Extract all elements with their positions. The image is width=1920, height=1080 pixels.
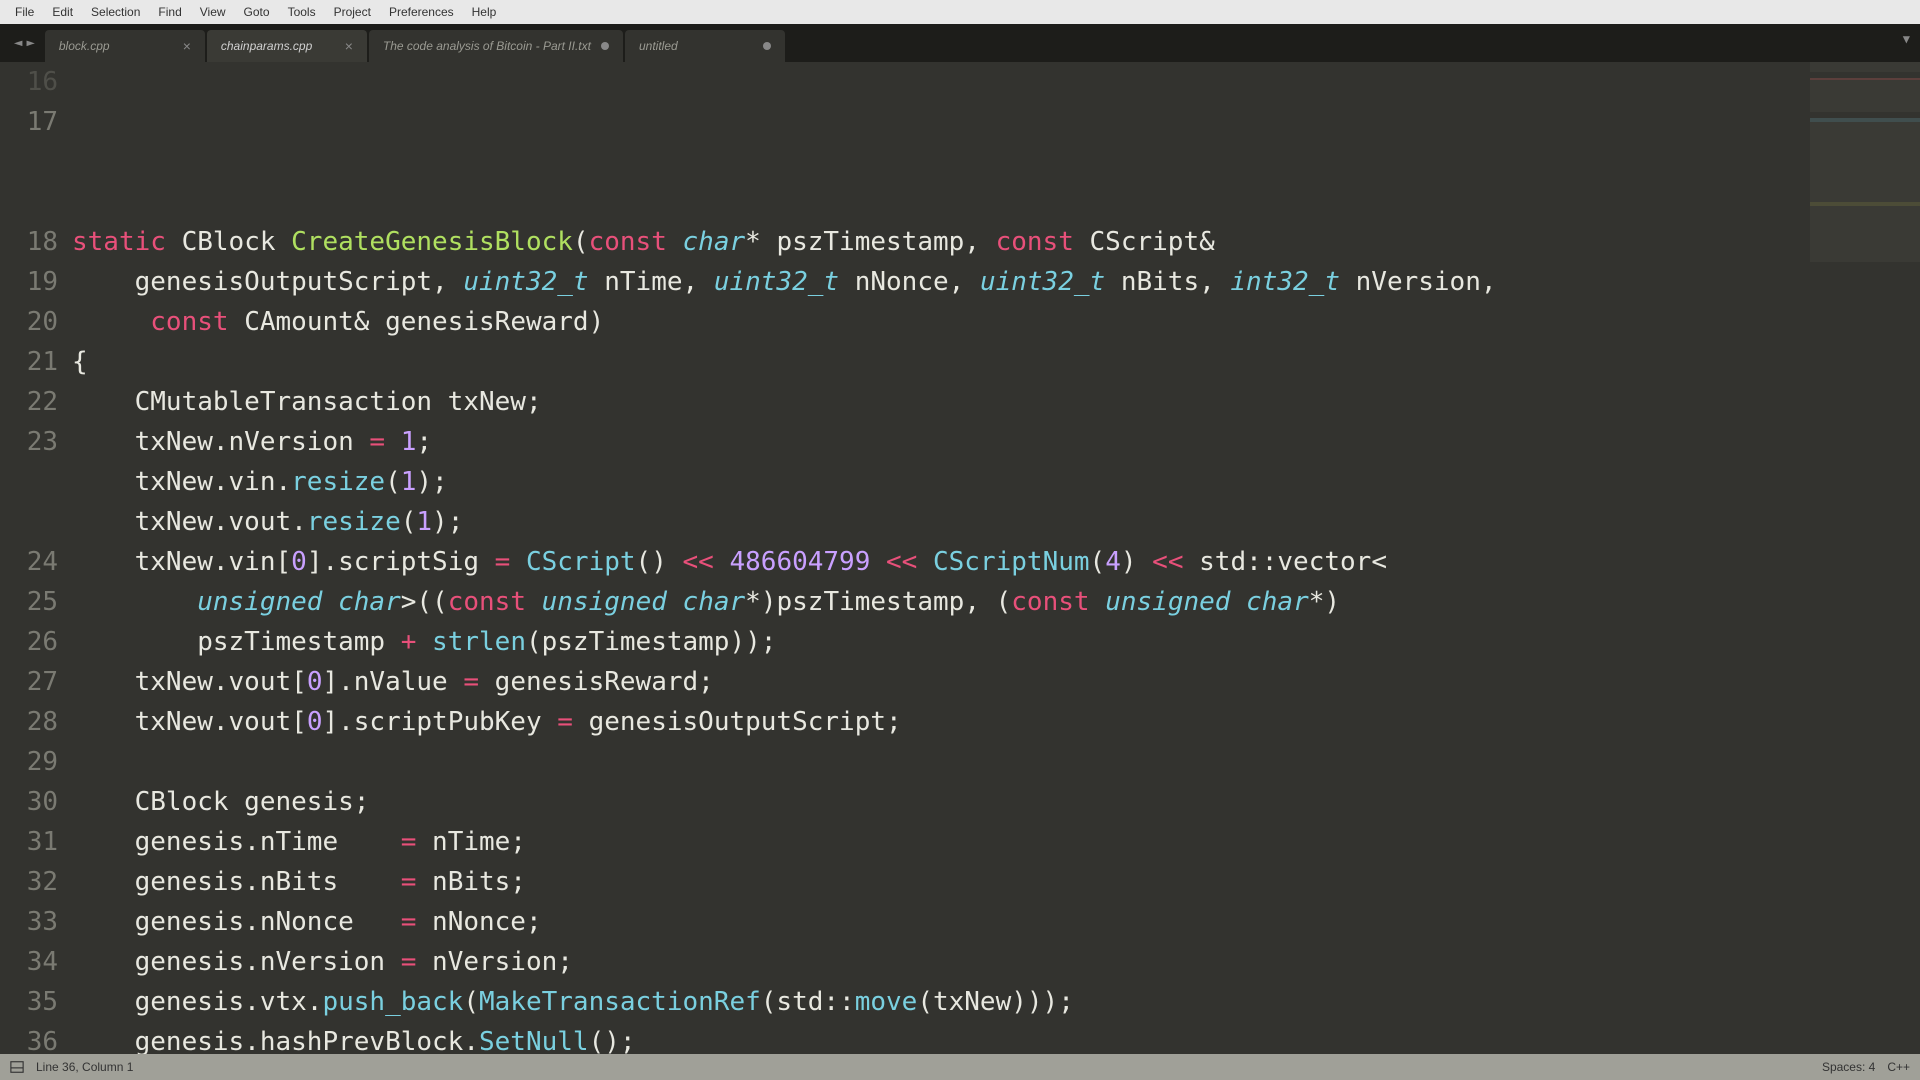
- code-line[interactable]: genesis.vtx.push_back(MakeTransactionRef…: [72, 982, 1800, 1022]
- code-line[interactable]: [72, 182, 1800, 222]
- menu-view[interactable]: View: [191, 2, 235, 22]
- tab-label: block.cpp: [59, 39, 110, 53]
- line-number: 34: [8, 942, 58, 982]
- code-line[interactable]: static CBlock CreateGenesisBlock(const c…: [72, 222, 1800, 262]
- tab-label: The code analysis of Bitcoin - Part II.t…: [383, 39, 591, 53]
- code-line[interactable]: CBlock genesis;: [72, 782, 1800, 822]
- code-line[interactable]: genesisOutputScript, uint32_t nTime, uin…: [72, 262, 1800, 302]
- code-line[interactable]: genesis.hashPrevBlock.SetNull();: [72, 1022, 1800, 1054]
- tab-bar: ◄ ► block.cpp × chainparams.cpp × The code a…: [0, 24, 1920, 62]
- code-line[interactable]: genesis.nNonce = nNonce;: [72, 902, 1800, 942]
- code-line[interactable]: genesis.nVersion = nVersion;: [72, 942, 1800, 982]
- line-number: 18: [8, 222, 58, 262]
- line-number: 25: [8, 582, 58, 622]
- menu-tools[interactable]: Tools: [279, 2, 325, 22]
- line-number: 31: [8, 822, 58, 862]
- editor[interactable]: 1617 181920212223 242526272829303132333435…: [0, 62, 1920, 1054]
- code-line[interactable]: pszTimestamp + strlen(pszTimestamp));: [72, 622, 1800, 662]
- menu-find[interactable]: Find: [149, 2, 190, 22]
- close-tab-icon[interactable]: ×: [183, 38, 191, 54]
- tab-label: untitled: [639, 39, 678, 53]
- code-line[interactable]: txNew.vout[0].nValue = genesisReward;: [72, 662, 1800, 702]
- line-number: [8, 142, 58, 182]
- line-number: 24: [8, 542, 58, 582]
- code-line[interactable]: CMutableTransaction txNew;: [72, 382, 1800, 422]
- code-line[interactable]: unsigned char>((const unsigned char*)psz…: [72, 582, 1800, 622]
- line-number: 26: [8, 622, 58, 662]
- code-line[interactable]: {: [72, 342, 1800, 382]
- line-number: 27: [8, 662, 58, 702]
- status-indentation[interactable]: Spaces: 4: [1822, 1060, 1875, 1074]
- line-number: 21: [8, 342, 58, 382]
- status-language[interactable]: C++: [1887, 1060, 1910, 1074]
- line-number: 20: [8, 302, 58, 342]
- line-number: [8, 502, 58, 542]
- tab-nav-arrows[interactable]: ◄ ►: [4, 24, 45, 62]
- close-tab-icon[interactable]: ×: [345, 38, 353, 54]
- line-number-gutter: 1617 181920212223 242526272829303132333435…: [0, 62, 72, 1054]
- code-line[interactable]: txNew.nVersion = 1;: [72, 422, 1800, 462]
- dirty-indicator-icon: [601, 42, 609, 50]
- menu-project[interactable]: Project: [325, 2, 380, 22]
- code-line[interactable]: const CAmount& genesisReward): [72, 302, 1800, 342]
- tab-label: chainparams.cpp: [221, 39, 312, 53]
- code-area[interactable]: static CBlock CreateGenesisBlock(const c…: [72, 62, 1920, 1054]
- line-number: 32: [8, 862, 58, 902]
- line-number: 22: [8, 382, 58, 422]
- tab-block-cpp[interactable]: block.cpp ×: [45, 30, 205, 62]
- menu-help[interactable]: Help: [463, 2, 506, 22]
- code-line[interactable]: [72, 742, 1800, 782]
- tab-the-code-analysis-of-bitcoin-part-ii-txt[interactable]: The code analysis of Bitcoin - Part II.t…: [369, 30, 623, 62]
- menu-edit[interactable]: Edit: [43, 2, 82, 22]
- nav-back-icon[interactable]: ◄: [12, 35, 24, 51]
- line-number: 36: [8, 1022, 58, 1054]
- code-line[interactable]: txNew.vout[0].scriptPubKey = genesisOutp…: [72, 702, 1800, 742]
- line-number: [8, 462, 58, 502]
- status-cursor-position: Line 36, Column 1: [36, 1060, 133, 1074]
- menu-file[interactable]: File: [6, 2, 43, 22]
- menu-goto[interactable]: Goto: [235, 2, 279, 22]
- line-number: 16: [8, 62, 58, 102]
- code-line[interactable]: txNew.vin.resize(1);: [72, 462, 1800, 502]
- line-number: [8, 182, 58, 222]
- line-number: 23: [8, 422, 58, 462]
- line-number: 29: [8, 742, 58, 782]
- nav-forward-icon[interactable]: ►: [24, 35, 36, 51]
- line-number: 35: [8, 982, 58, 1022]
- dirty-indicator-icon: [763, 42, 771, 50]
- line-number: 19: [8, 262, 58, 302]
- line-number: 33: [8, 902, 58, 942]
- tab-untitled[interactable]: untitled: [625, 30, 785, 62]
- panel-switch-icon[interactable]: [10, 1060, 24, 1074]
- line-number: 30: [8, 782, 58, 822]
- status-bar: Line 36, Column 1 Spaces: 4 C++: [0, 1054, 1920, 1080]
- menu-bar: FileEditSelectionFindViewGotoToolsProjec…: [0, 0, 1920, 24]
- tab-overflow-icon[interactable]: ▼: [1903, 32, 1910, 46]
- minimap[interactable]: [1810, 62, 1920, 262]
- code-line[interactable]: txNew.vin[0].scriptSig = CScript() << 48…: [72, 542, 1800, 582]
- line-number: 17: [8, 102, 58, 142]
- menu-preferences[interactable]: Preferences: [380, 2, 463, 22]
- tab-chainparams-cpp[interactable]: chainparams.cpp ×: [207, 30, 367, 62]
- code-line[interactable]: genesis.nTime = nTime;: [72, 822, 1800, 862]
- menu-selection[interactable]: Selection: [82, 2, 149, 22]
- code-line[interactable]: genesis.nBits = nBits;: [72, 862, 1800, 902]
- line-number: 28: [8, 702, 58, 742]
- code-line[interactable]: txNew.vout.resize(1);: [72, 502, 1800, 542]
